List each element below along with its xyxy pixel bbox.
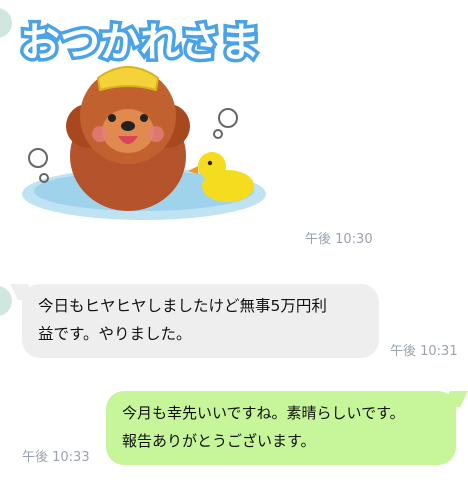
incoming-message-timestamp: 午後 10:31 bbox=[390, 344, 458, 359]
dog-in-bath-sticker-icon: おつかれさま bbox=[17, 17, 266, 220]
outgoing-message-line: 今月も幸先いいですね。素晴らしいです。 bbox=[122, 404, 405, 422]
sticker-message[interactable]: おつかれさま bbox=[16, 6, 286, 226]
incoming-message-line: 益です。やりました。 bbox=[38, 325, 192, 343]
outgoing-message-timestamp: 午後 10:33 bbox=[22, 450, 90, 465]
outgoing-message-bubble[interactable]: 今月も幸先いいですね。素晴らしいです。 報告ありがとうございます。 bbox=[106, 391, 456, 465]
contact-avatar[interactable] bbox=[0, 286, 12, 316]
contact-avatar[interactable] bbox=[0, 8, 12, 38]
sticker-timestamp: 午後 10:30 bbox=[305, 232, 373, 247]
outgoing-message-line: 報告ありがとうございます。 bbox=[122, 432, 316, 450]
incoming-message-bubble[interactable]: 今日もヒヤヒヤしましたけど無事5万円利 益です。やりました。 bbox=[22, 284, 379, 358]
incoming-message-line: 今日もヒヤヒヤしましたけど無事5万円利 bbox=[38, 297, 327, 315]
sticker-text: おつかれさま bbox=[20, 20, 260, 66]
